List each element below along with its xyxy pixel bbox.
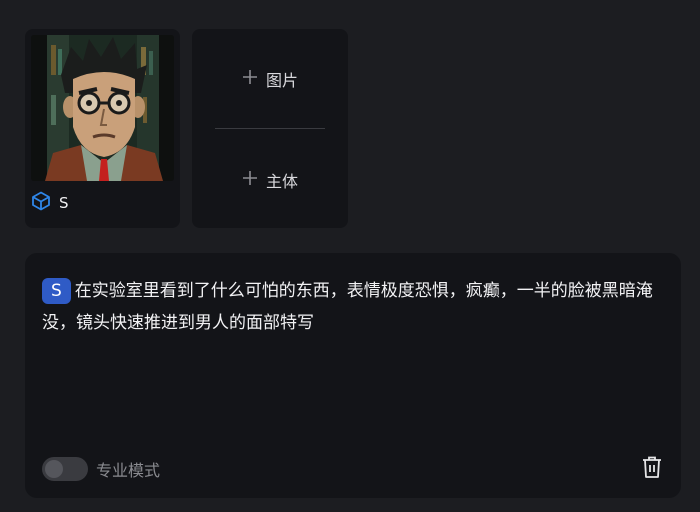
subject-label-row: S	[31, 190, 69, 216]
plus-icon	[242, 170, 258, 190]
add-subject-label: 主体	[265, 171, 298, 191]
prompt-editor[interactable]: S 在实验室里看到了什么可怕的东西，表情极度恐惧，疯癫，一半的脸被黑暗淹没，镜头快…	[25, 253, 681, 498]
delete-button[interactable]	[639, 456, 665, 482]
add-image-label: 图片	[265, 70, 298, 90]
divider	[215, 128, 325, 129]
pro-mode-label: 专业模式	[96, 461, 161, 480]
add-image-button[interactable]: 图片	[192, 29, 348, 128]
toggle-knob	[45, 460, 63, 478]
cube-icon	[31, 191, 51, 215]
character-illustration	[31, 35, 174, 181]
add-subject-button[interactable]: 主体	[192, 130, 348, 229]
add-reference-panel: 图片 主体	[192, 29, 348, 228]
subject-name: S	[59, 194, 69, 212]
plus-icon	[242, 69, 258, 89]
trash-icon	[641, 455, 663, 483]
pro-mode-row: 专业模式	[42, 456, 160, 482]
prompt-input[interactable]: S 在实验室里看到了什么可怕的东西，表情极度恐惧，疯癫，一半的脸被黑暗淹没，镜头快…	[42, 275, 664, 339]
subject-card[interactable]: S	[25, 29, 180, 228]
subject-tag[interactable]: S	[42, 278, 71, 304]
prompt-text: 在实验室里看到了什么可怕的东西，表情极度恐惧，疯癫，一半的脸被黑暗淹没，镜头快速…	[42, 281, 653, 333]
pro-mode-toggle[interactable]	[42, 457, 88, 481]
subject-thumbnail	[31, 35, 174, 181]
